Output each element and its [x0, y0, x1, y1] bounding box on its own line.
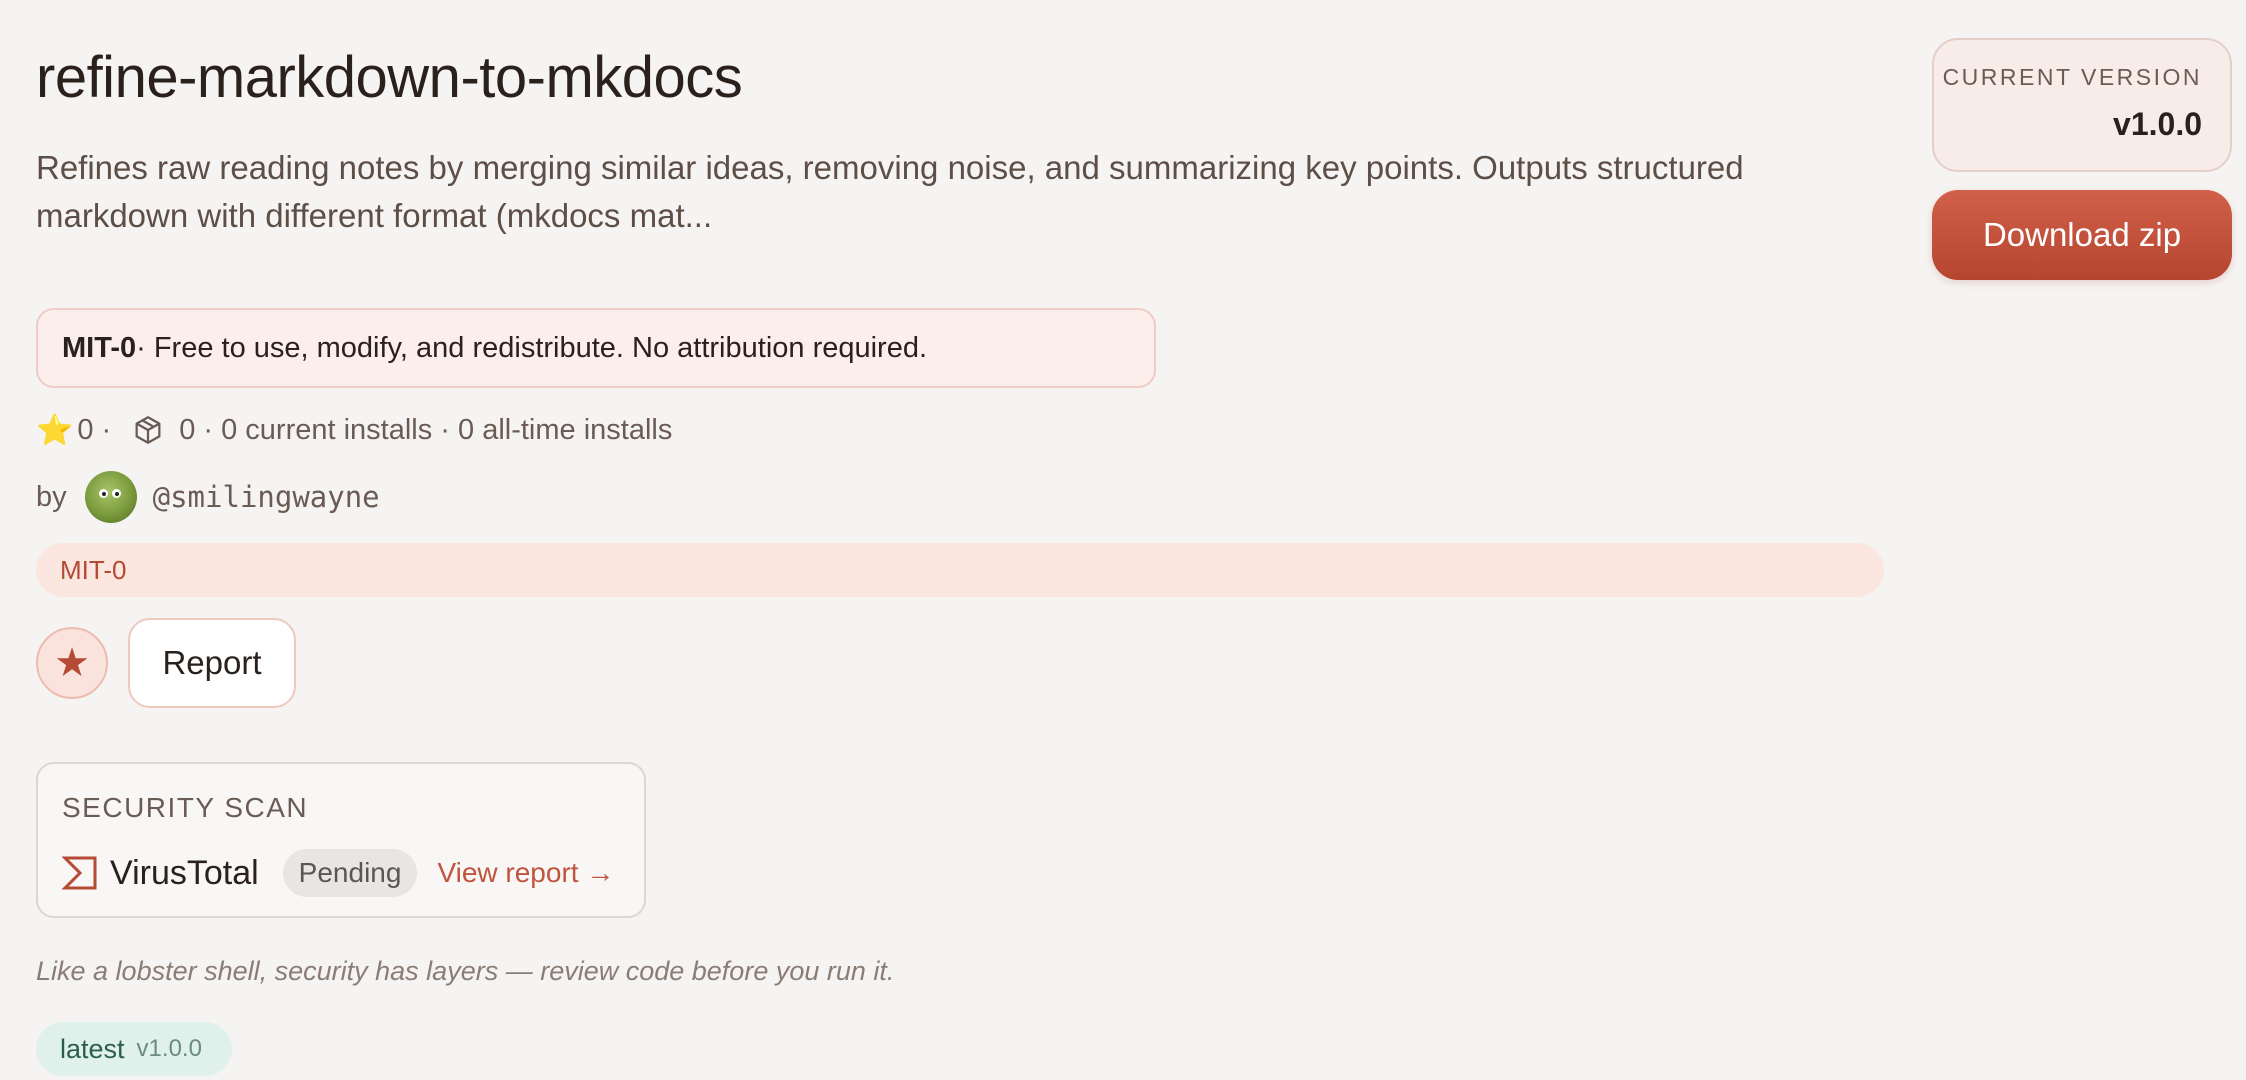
license-badge: MIT-0	[36, 543, 1884, 597]
security-tagline: Like a lobster shell, security has layer…	[36, 956, 895, 986]
security-scan-card: SECURITY SCAN VirusTotal Pending View re…	[36, 762, 646, 918]
avatar[interactable]	[84, 471, 137, 523]
by-label: by	[36, 480, 67, 513]
stats-row: ⭐ 0 · 0 · 0 current installs · 0 all-tim…	[36, 410, 672, 450]
license-name: MIT-0	[62, 331, 137, 364]
star-button[interactable]: ★	[36, 627, 108, 699]
security-scan-row: VirusTotal Pending View report →	[61, 848, 614, 898]
current-version-label: CURRENT VERSION	[1942, 64, 2202, 90]
security-scan-title: SECURITY SCAN	[62, 792, 309, 823]
latest-tag[interactable]: latest v1.0.0	[36, 1022, 232, 1076]
author-byline: by @smilingwayne	[36, 470, 380, 524]
current-version-card: CURRENT VERSION v1.0.0	[1932, 38, 2232, 172]
star-icon: ⭐	[36, 413, 74, 447]
current-version-value: v1.0.0	[2113, 106, 2202, 142]
tag-label: latest	[60, 1033, 125, 1064]
license-badge-label: MIT-0	[60, 554, 127, 585]
view-report-link[interactable]: View report →	[437, 857, 614, 889]
page-title: refine-markdown-to-mkdocs	[36, 45, 743, 110]
author-handle[interactable]: @smilingwayne	[153, 480, 380, 514]
star-icon: ★	[54, 641, 90, 685]
skill-page: refine-markdown-to-mkdocs Refines raw re…	[0, 0, 2246, 1080]
tag-version: v1.0.0	[136, 1035, 202, 1062]
status-badge: Pending	[282, 849, 418, 897]
avatar-eye	[111, 489, 121, 498]
package-icon	[131, 413, 165, 447]
license-summary: MIT-0 · Free to use, modify, and redistr…	[36, 308, 1156, 388]
download-zip-button[interactable]: Download zip	[1932, 190, 2232, 280]
install-summary: 0 · 0 current installs · 0 all-time inst…	[179, 413, 673, 446]
license-text: · Free to use, modify, and redistribute.…	[136, 331, 928, 364]
skill-description: Refines raw reading notes by merging sim…	[36, 149, 1744, 234]
avatar-eye	[98, 489, 108, 498]
virustotal-icon	[61, 855, 98, 891]
star-count: 0 ·	[77, 413, 112, 446]
report-button[interactable]: Report	[128, 618, 296, 708]
scanner-name: VirusTotal	[110, 853, 259, 892]
